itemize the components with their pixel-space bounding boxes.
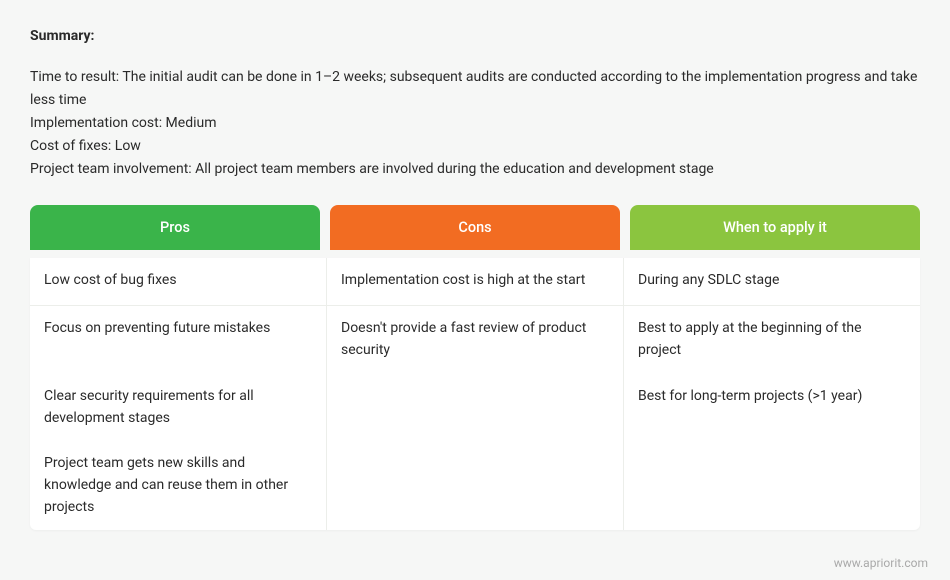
cell-cons	[327, 441, 624, 530]
cell-cons: Doesn't provide a fast review of product…	[327, 306, 624, 373]
footer-link: www.apriorit.com	[834, 556, 928, 570]
cell-when: Best to apply at the beginning of the pr…	[624, 306, 920, 373]
cell-when	[624, 441, 920, 530]
table-row: Project team gets new skills and knowled…	[30, 441, 920, 530]
cell-cons	[327, 374, 624, 441]
cell-pros: Focus on preventing future mistakes	[30, 306, 327, 373]
header-cons: Cons	[330, 205, 620, 250]
summary-title: Summary:	[30, 28, 920, 44]
cell-pros: Project team gets new skills and knowled…	[30, 441, 327, 530]
header-pros: Pros	[30, 205, 320, 250]
table-row: Focus on preventing future mistakes Does…	[30, 306, 920, 373]
cell-cons: Implementation cost is high at the start	[327, 258, 624, 306]
table-headers: Pros Cons When to apply it	[30, 205, 920, 250]
summary-cost-of-fixes: Cost of fixes: Low	[30, 135, 920, 158]
summary-implementation-cost: Implementation cost: Medium	[30, 112, 920, 135]
table-body: Low cost of bug fixes Implementation cos…	[30, 258, 920, 530]
cell-pros: Low cost of bug fixes	[30, 258, 327, 306]
summary-block: Time to result: The initial audit can be…	[30, 66, 920, 181]
summary-team-involvement: Project team involvement: All project te…	[30, 158, 920, 181]
table-row: Low cost of bug fixes Implementation cos…	[30, 258, 920, 306]
header-when: When to apply it	[630, 205, 920, 250]
table-row: Clear security requirements for all deve…	[30, 374, 920, 441]
cell-when: During any SDLC stage	[624, 258, 920, 306]
cell-pros: Clear security requirements for all deve…	[30, 374, 327, 441]
cell-when: Best for long-term projects (>1 year)	[624, 374, 920, 441]
summary-time-to-result: Time to result: The initial audit can be…	[30, 66, 920, 112]
